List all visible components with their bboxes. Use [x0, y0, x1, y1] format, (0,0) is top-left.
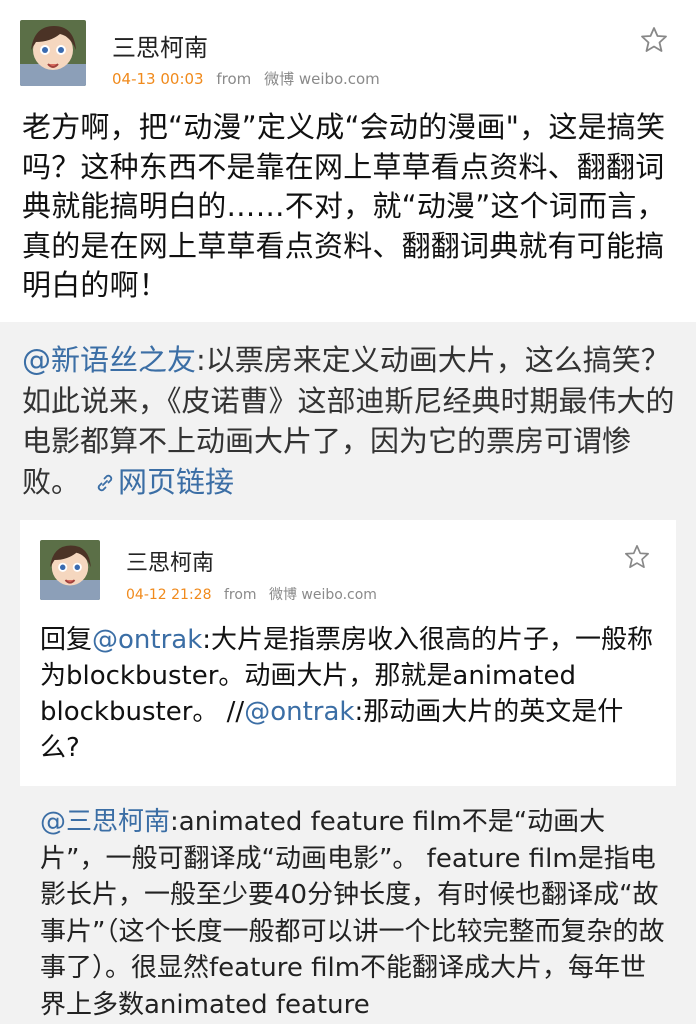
from-label: from	[223, 587, 257, 603]
quoted-post-meta: 04-12 21:28 from 微博 weibo.com	[126, 584, 377, 604]
mention-link[interactable]: @新语丝之友	[22, 343, 196, 377]
author-name[interactable]: 三思柯南	[112, 28, 208, 63]
mention-link[interactable]: @ontrak	[92, 625, 202, 655]
quoted-post-source: 微博 weibo.com	[268, 587, 377, 603]
mention-link[interactable]: @ontrak	[244, 697, 354, 727]
post-header: 三思柯南 04-13 00:03 from 微博 weibo.com	[0, 0, 696, 100]
comment-text: :animated feature film不是“动画大片”，一般可翻译成“动画…	[40, 807, 665, 1020]
reply-prefix: 回复	[40, 625, 93, 655]
quoted-post-body: 回复@ontrak:大片是指票房收入很高的片子，一般称为blockbuster。…	[40, 622, 660, 766]
post-body: 老方啊，把“动漫”定义成“会动的漫画"，这是搞笑吗？这种东西不是靠在网上草草看点…	[22, 110, 666, 302]
avatar-image	[40, 540, 100, 600]
mention-link[interactable]: @三思柯南	[40, 807, 170, 837]
avatar[interactable]	[40, 540, 100, 600]
avatar-image	[20, 20, 86, 86]
from-label: from	[216, 70, 252, 88]
web-link[interactable]: 网页链接	[118, 465, 234, 499]
avatar[interactable]	[20, 20, 86, 86]
quoted-post-time: 04-12 21:28	[126, 587, 212, 603]
star-icon[interactable]	[640, 26, 668, 54]
quoted-author-name[interactable]: 三思柯南	[126, 545, 214, 577]
repost-body: @新语丝之友:以票房来定义动画大片，这么搞笑？如此说来，《皮诺曹》这部迪斯尼经典…	[22, 340, 682, 502]
post-time: 04-13 00:03	[112, 70, 204, 88]
post-meta: 04-13 00:03 from 微博 weibo.com	[112, 68, 380, 89]
star-icon[interactable]	[624, 544, 650, 570]
post-source: 微博 weibo.com	[264, 70, 380, 88]
link-icon[interactable]	[94, 472, 116, 494]
comment-body: @三思柯南:animated feature film不是“动画大片”，一般可翻…	[40, 804, 670, 1023]
